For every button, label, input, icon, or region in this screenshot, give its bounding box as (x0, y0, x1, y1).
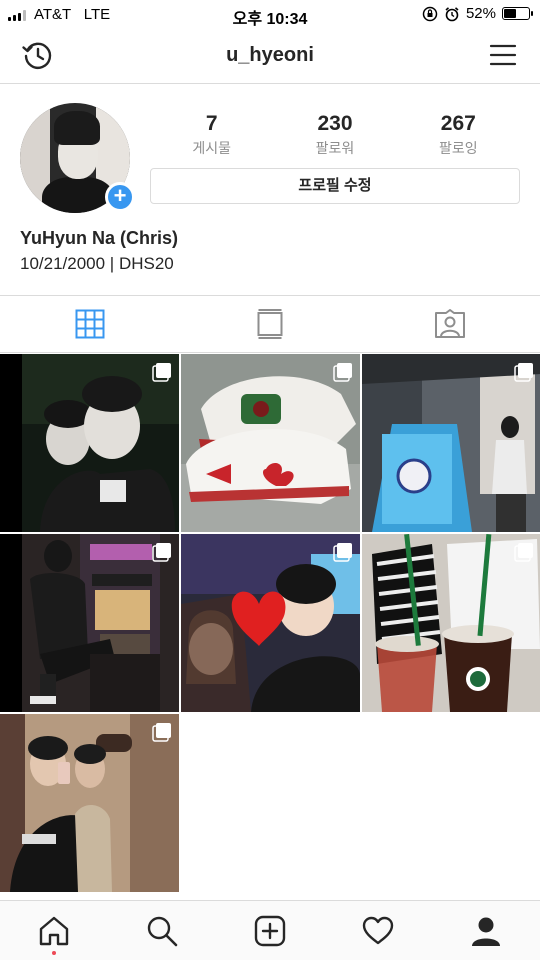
following-stat[interactable]: 267 팔로잉 (397, 112, 520, 160)
profile-full-name: YuHyun Na (Chris) (20, 228, 179, 248)
hamburger-menu-icon (489, 44, 517, 66)
post-thumbnail[interactable] (362, 534, 540, 712)
profile-icon (472, 917, 500, 946)
tab-tagged[interactable] (360, 296, 540, 352)
rotation-lock-icon (422, 6, 438, 21)
status-icons: 52% (422, 5, 533, 22)
multiple-photos-icon (333, 363, 352, 382)
tab-grid[interactable] (0, 296, 180, 352)
profile-tabs (0, 295, 540, 353)
multiple-photos-icon (333, 543, 352, 562)
search-icon (147, 916, 178, 946)
multiple-photos-icon (152, 363, 171, 382)
post-thumbnail[interactable] (181, 354, 360, 532)
feed-list-icon (257, 309, 283, 339)
post-thumbnail[interactable] (0, 714, 179, 892)
post-thumbnail[interactable] (362, 354, 540, 532)
menu-button[interactable] (488, 40, 518, 70)
nav-activity[interactable] (324, 901, 432, 960)
battery-icon (502, 7, 533, 20)
nav-new-post[interactable] (216, 901, 324, 960)
posts-count: 7 (205, 112, 218, 135)
multiple-photos-icon (152, 543, 171, 562)
add-story-button[interactable]: + (105, 182, 135, 212)
tab-feed[interactable] (180, 296, 360, 352)
followers-label: 팔로워 (315, 140, 355, 156)
home-icon (39, 916, 69, 945)
activity-heart-icon (362, 916, 394, 944)
posts-stat[interactable]: 7 게시물 (150, 112, 273, 160)
nav-home[interactable] (0, 901, 108, 960)
edit-profile-button[interactable]: 프로필 수정 (150, 168, 520, 204)
tagged-icon (435, 309, 465, 338)
profile-stats: 7 게시물 230 팔로워 267 팔로잉 (150, 112, 520, 160)
post-thumbnail[interactable] (0, 354, 179, 532)
notification-dot (52, 951, 56, 955)
profile-username: u_hyeoni (226, 44, 314, 66)
followers-count: 230 (317, 112, 353, 135)
multiple-photos-icon (152, 723, 171, 742)
post-thumbnail[interactable] (181, 534, 360, 712)
posts-label: 게시물 (192, 140, 231, 156)
following-count: 267 (440, 112, 476, 135)
multiple-photos-icon (514, 363, 533, 382)
top-navigation: u_hyeoni (0, 30, 540, 84)
followers-stat[interactable]: 230 팔로워 (273, 112, 396, 160)
bottom-navigation (0, 900, 540, 960)
nav-profile[interactable] (432, 901, 540, 960)
battery-percent: 52% (465, 5, 496, 22)
status-bar: AT&T LTE 오후 10:34 52% (0, 0, 540, 30)
nav-search[interactable] (108, 901, 216, 960)
add-post-icon (254, 915, 286, 946)
battery-level (504, 9, 517, 18)
multiple-photos-icon (514, 543, 533, 562)
alarm-icon (445, 6, 459, 21)
grid-icon (75, 309, 105, 339)
following-label: 팔로잉 (439, 140, 478, 156)
post-thumbnail[interactable] (0, 534, 179, 712)
profile-bio: 10/21/2000 | DHS20 (20, 254, 174, 273)
